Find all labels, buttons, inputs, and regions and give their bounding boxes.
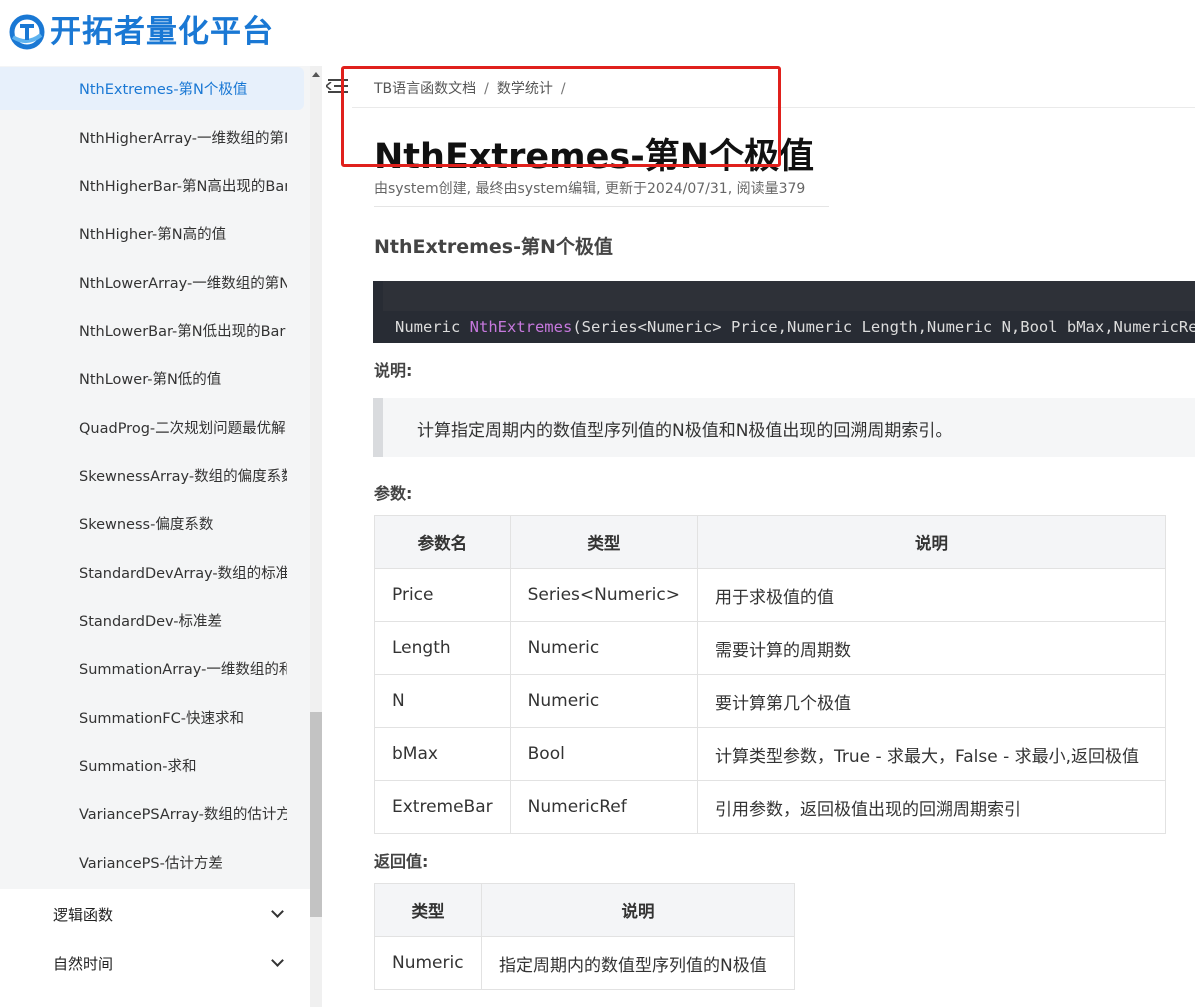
sidebar-item-label: StandardDev-标准差 [79, 614, 222, 630]
page-meta: 由system创建, 最终由system编辑, 更新于2024/07/31, 阅… [374, 181, 806, 197]
table-cell: N [374, 674, 511, 728]
divider [374, 206, 829, 207]
sidebar-group-label: 逻辑函数 [53, 905, 114, 924]
sidebar-item-label: QuadProg-二次规划问题最优解 [79, 421, 286, 437]
scroll-up-arrow-icon[interactable] [312, 72, 320, 77]
table-cell: Numeric [509, 674, 698, 728]
sidebar-item-nthextremes[interactable]: NthExtremes-第N个极值 [0, 67, 304, 110]
description-quote: 计算指定周期内的数值型序列值的N极值和N极值出现的回溯周期索引。 [373, 398, 1195, 457]
code-block: Numeric NthExtremes(Series<Numeric> Pric… [373, 281, 1195, 343]
table-header: 说明 [696, 515, 1166, 569]
sidebar-item-summationfc[interactable]: SummationFC-快速求和 [0, 696, 304, 739]
table-cell: 用于求极值的值 [696, 568, 1166, 622]
sidebar-item-label: Summation-求和 [79, 759, 197, 775]
table-row: bMax Bool 计算类型参数，True - 求最大，False - 求最小,… [374, 727, 1166, 781]
table-cell: NumericRef [509, 780, 698, 834]
code-function-name: NthExtremes [469, 318, 573, 336]
logo-text: 开拓者量化平台 [50, 13, 274, 50]
table-row: N Numeric 要计算第几个极值 [374, 674, 1166, 728]
table-header: 参数名 [374, 515, 511, 569]
sidebar-item-label: NthExtremes-第N个极值 [79, 82, 248, 98]
table-header: 类型 [374, 883, 482, 937]
table-cell: Numeric [509, 621, 698, 675]
sidebar-item-label: NthLowerBar-第N低出现的Bar [79, 324, 286, 340]
table-cell: Series<Numeric> [509, 568, 698, 622]
sidebar-item-label: NthHigher-第N高的值 [79, 227, 227, 243]
sidebar-item-nthhigherarray[interactable]: NthHigherArray-一维数组的第N [0, 116, 304, 159]
code-params: (Series<Numeric> Price,Numeric Length,Nu… [572, 318, 1195, 336]
sidebar-item-label: SummationArray-一维数组的和 [79, 662, 287, 678]
sidebar-item-label: NthHigherArray-一维数组的第N [79, 131, 287, 147]
highlight-annotation [341, 66, 781, 167]
return-table: 类型 说明 Numeric 指定周期内的数值型序列值的N极值 [374, 883, 795, 990]
sidebar-item-summationarray[interactable]: SummationArray-一维数组的和 [0, 647, 304, 690]
table-cell: 要计算第几个极值 [696, 674, 1166, 728]
table-cell: ExtremeBar [374, 780, 511, 834]
table-row: ExtremeBar NumericRef 引用参数，返回极值出现的回溯周期索引 [374, 780, 1166, 834]
sidebar-item-nthlower[interactable]: NthLower-第N低的值 [0, 357, 304, 400]
table-cell: 引用参数，返回极值出现的回溯周期索引 [696, 780, 1166, 834]
sidebar-item-label: NthLowerArray-一维数组的第N [79, 276, 287, 292]
code-header [383, 281, 1195, 311]
sidebar-item-nthlowerarray[interactable]: NthLowerArray-一维数组的第N [0, 261, 304, 304]
table-header: 说明 [481, 883, 795, 937]
table-row: Numeric 指定周期内的数值型序列值的N极值 [374, 936, 795, 990]
chevron-down-icon [271, 954, 284, 967]
description-label: 说明: [374, 361, 413, 380]
sidebar: NthExtremes-第N个极值 NthHigherArray-一维数组的第N… [0, 66, 322, 1007]
sidebar-item-label: NthHigherBar-第N高出现的Bar [79, 179, 287, 195]
chevron-down-icon [271, 905, 284, 918]
return-label: 返回值: [374, 852, 429, 871]
sidebar-group-logic[interactable]: 逻辑函数 [0, 890, 304, 938]
table-cell: 计算类型参数，True - 求最大，False - 求最小,返回极值 [696, 727, 1166, 781]
sidebar-item-label: SkewnessArray-数组的偏度系数 [79, 469, 287, 485]
sidebar-scroll-thumb[interactable] [310, 712, 322, 917]
sidebar-item-quadprog[interactable]: QuadProg-二次规划问题最优解 [0, 406, 304, 449]
sidebar-item-standarddevarray[interactable]: StandardDevArray-数组的标准差 [0, 551, 304, 594]
sidebar-item-summation[interactable]: Summation-求和 [0, 744, 304, 787]
table-cell: 需要计算的周期数 [696, 621, 1166, 675]
sidebar-item-label: NthLower-第N低的值 [79, 372, 222, 388]
sidebar-sublist: NthExtremes-第N个极值 NthHigherArray-一维数组的第N… [0, 66, 310, 889]
sidebar-item-nthlowerbar[interactable]: NthLowerBar-第N低出现的Bar [0, 309, 304, 352]
sidebar-item-label: VariancePSArray-数组的估计方差 [79, 807, 287, 823]
sidebar-group-label: 自然时间 [53, 954, 114, 973]
sidebar-item-label: SummationFC-快速求和 [79, 711, 245, 727]
sidebar-item-variancepsarray[interactable]: VariancePSArray-数组的估计方差 [0, 792, 304, 835]
main-content: TB语言函数文档 / 数学统计 / NthExtremes-第N个极值 由system… [352, 66, 1195, 1007]
sidebar-item-skewness[interactable]: Skewness-偏度系数 [0, 502, 304, 545]
table-cell: 指定周期内的数值型序列值的N极值 [481, 936, 795, 990]
sidebar-item-skewnessarray[interactable]: SkewnessArray-数组的偏度系数 [0, 454, 304, 497]
section-heading: NthExtremes-第N个极值 [374, 236, 613, 258]
table-cell: Numeric [374, 936, 482, 990]
code-signature: Numeric NthExtremes(Series<Numeric> Pric… [395, 318, 1195, 336]
logo[interactable]: 开拓者量化平台 [8, 8, 274, 56]
table-cell: Price [374, 568, 511, 622]
sidebar-item-nthhigher[interactable]: NthHigher-第N高的值 [0, 212, 304, 255]
description-text: 计算指定周期内的数值型序列值的N极值和N极值出现的回溯周期索引。 [417, 421, 953, 441]
table-cell: bMax [374, 727, 511, 781]
params-label: 参数: [374, 484, 413, 503]
table-cell: Bool [509, 727, 698, 781]
sidebar-item-label: Skewness-偏度系数 [79, 517, 214, 533]
sidebar-group-natural-time[interactable]: 自然时间 [0, 939, 304, 987]
table-row: Length Numeric 需要计算的周期数 [374, 621, 1166, 675]
table-cell: Length [374, 621, 511, 675]
sidebar-item-nthhigherbar[interactable]: NthHigherBar-第N高出现的Bar [0, 164, 304, 207]
sidebar-item-varianceps[interactable]: VariancePS-估计方差 [0, 841, 304, 884]
table-row: Price Series<Numeric> 用于求极值的值 [374, 568, 1166, 622]
sidebar-item-standarddev[interactable]: StandardDev-标准差 [0, 599, 304, 642]
logo-icon [8, 13, 46, 51]
params-table: 参数名 类型 说明 Price Series<Numeric> 用于求极值的值 … [374, 515, 1166, 834]
code-type: Numeric [395, 318, 470, 336]
sidebar-item-label: StandardDevArray-数组的标准差 [79, 566, 287, 582]
table-header: 类型 [509, 515, 698, 569]
sidebar-scrollbar[interactable] [310, 66, 322, 1007]
sidebar-item-label: VariancePS-估计方差 [79, 856, 223, 872]
